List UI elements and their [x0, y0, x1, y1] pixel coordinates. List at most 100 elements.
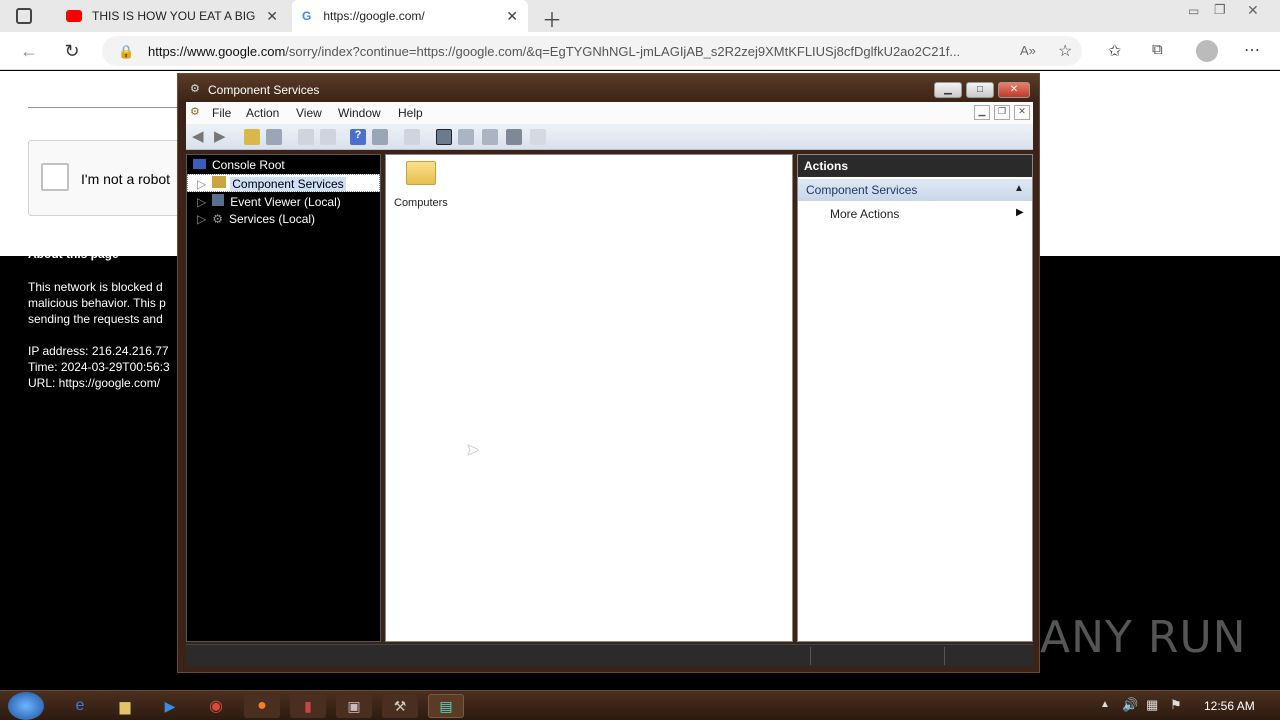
clock[interactable]: 12:56 AM — [1204, 699, 1255, 713]
collapse-arrow-icon[interactable]: ▲ — [1014, 183, 1024, 194]
menu-bar: ⚙ File Action View Window Help ▁ ❐ ✕ — [186, 102, 1033, 124]
close-icon[interactable]: ✕ — [1247, 2, 1259, 19]
media-icon[interactable]: ▣ — [336, 694, 372, 718]
menu-file[interactable]: File — [212, 106, 231, 120]
about-text-line: malicious behavior. This p — [28, 296, 166, 310]
add-favorite-icon[interactable]: ☆ — [1058, 41, 1072, 61]
tree-item-event-viewer[interactable]: ▷ Event Viewer (Local) — [197, 194, 341, 209]
menu-window[interactable]: Window — [338, 106, 381, 120]
mouse-cursor-icon: ➤ — [466, 442, 480, 459]
component-services-window: ⚙ Component Services ▁ □ ✕ ⚙ File Action… — [177, 73, 1040, 673]
new-tab-icon[interactable]: ＋ — [542, 4, 562, 33]
properties-icon[interactable] — [298, 129, 314, 145]
tab-label: THIS IS HOW YOU EAT A BIG M — [92, 9, 257, 23]
tree-item-services[interactable]: ▷ ⚙ Services (Local) — [197, 212, 315, 226]
child-minimize-button[interactable]: ▁ — [974, 105, 990, 120]
chrome-icon[interactable]: ◉ — [198, 694, 234, 718]
event-viewer-icon — [212, 194, 225, 206]
menu-help[interactable]: Help — [398, 106, 423, 120]
expand-arrow-icon[interactable]: ▷ — [197, 177, 206, 191]
tree-item-console-root[interactable]: Console Root — [193, 158, 285, 172]
window-title: Component Services — [208, 83, 320, 97]
start-button[interactable] — [8, 692, 44, 720]
app-icon[interactable]: ▮ — [290, 694, 326, 718]
google-icon: G — [302, 9, 312, 23]
recaptcha-checkbox[interactable] — [41, 163, 69, 191]
mmc-icon: ⚙ — [190, 106, 200, 118]
list-view-icon[interactable] — [482, 129, 498, 145]
status-view-icon[interactable] — [530, 129, 546, 145]
help-icon[interactable]: ? — [350, 129, 366, 145]
refresh-view-icon[interactable] — [320, 129, 336, 145]
url-host: https://www.google.com — [148, 44, 286, 59]
refresh-icon[interactable]: ↻ — [61, 40, 83, 62]
tool-icon[interactable]: ⚒ — [382, 694, 418, 718]
minimize-icon[interactable]: ▭ — [1188, 4, 1199, 18]
window-minimize-button[interactable]: ▁ — [934, 82, 962, 98]
tree-item-component-services[interactable]: ▷ Component Services — [197, 176, 346, 191]
back-icon[interactable]: ← — [18, 40, 40, 62]
action-center-flag-icon[interactable]: ⚑ — [1170, 697, 1182, 713]
close-tab-icon[interactable]: ✕ — [266, 8, 278, 25]
url-text[interactable]: https://www.google.com/sorry/index?conti… — [148, 44, 1018, 59]
component-services-icon — [212, 176, 227, 188]
tab-actions-icon[interactable] — [16, 8, 32, 24]
show-hide-tree-icon[interactable] — [266, 129, 282, 145]
tab-youtube[interactable]: THIS IS HOW YOU EAT A BIG M ✕ — [56, 0, 288, 32]
tree-label: Console Root — [212, 158, 285, 172]
volume-icon[interactable]: 🔊 — [1122, 697, 1138, 713]
actions-title: Actions — [804, 159, 849, 173]
mmc-toolbar: ◀ ▶ ? — [186, 124, 1033, 150]
app-icon: ⚙ — [190, 83, 200, 95]
expand-arrow-icon[interactable]: ▷ — [197, 195, 206, 209]
youtube-icon — [66, 10, 82, 22]
media-player-icon[interactable]: ▶ — [152, 694, 188, 718]
child-restore-button[interactable]: ❐ — [994, 105, 1010, 120]
services-gear-icon: ⚙ — [212, 212, 223, 226]
url-line-text: URL: https://google.com/ — [28, 376, 161, 390]
forward-arrow-icon[interactable]: ▶ — [214, 127, 226, 145]
window-close-button[interactable]: ✕ — [998, 82, 1030, 98]
small-icons-view-icon[interactable] — [458, 129, 474, 145]
component-services-taskbar-icon[interactable]: ▤ — [428, 694, 464, 718]
back-arrow-icon[interactable]: ◀ — [192, 127, 204, 145]
close-tab-icon[interactable]: ✕ — [506, 8, 518, 25]
explorer-icon[interactable]: ▆ — [107, 694, 143, 718]
lock-icon[interactable]: 🔒 — [118, 44, 134, 60]
tab-label: https://google.com/ — [323, 9, 425, 23]
more-menu-icon[interactable]: ⋯ — [1244, 40, 1260, 60]
taskbar: e ▆ ▶ ◉ ● ▮ ▣ ⚒ ▤ ▲ 🔊 ▦ ⚑ 12:56 AM — [0, 690, 1280, 720]
submenu-arrow-icon: ▶ — [1016, 207, 1024, 218]
restore-icon[interactable]: ❐ — [1214, 2, 1226, 18]
divider — [28, 107, 188, 108]
about-text-line: This network is blocked d — [28, 280, 163, 294]
export-list-icon[interactable] — [404, 129, 420, 145]
profile-avatar[interactable] — [1196, 40, 1218, 62]
computers-item[interactable]: Computers — [394, 159, 454, 211]
window-titlebar[interactable]: ⚙ Component Services ▁ □ ✕ — [178, 74, 1039, 102]
tree-label: Component Services — [230, 177, 346, 191]
expand-arrow-icon[interactable]: ▷ — [197, 212, 206, 226]
ie-icon[interactable]: e — [62, 694, 98, 718]
large-icons-view-icon[interactable] — [436, 129, 452, 145]
child-close-button[interactable]: ✕ — [1014, 105, 1030, 120]
actions-section-header[interactable]: Component Services ▲ — [798, 179, 1032, 201]
menu-view[interactable]: View — [296, 106, 322, 120]
more-actions-item[interactable]: More Actions ▶ — [798, 205, 1032, 225]
firefox-icon[interactable]: ● — [244, 694, 280, 718]
show-action-pane-icon[interactable] — [372, 129, 388, 145]
divider — [944, 647, 945, 665]
window-maximize-button[interactable]: □ — [966, 82, 994, 98]
up-folder-icon[interactable] — [244, 129, 260, 145]
collections-icon[interactable]: ⧉ — [1152, 41, 1163, 58]
computers-label: Computers — [394, 197, 448, 209]
folder-icon — [193, 159, 206, 169]
read-aloud-icon[interactable]: A» — [1020, 43, 1036, 58]
show-hidden-icons-icon[interactable]: ▲ — [1100, 699, 1110, 710]
menu-action[interactable]: Action — [246, 106, 279, 120]
tab-google[interactable]: G https://google.com/ ✕ — [292, 0, 528, 32]
favorites-icon[interactable]: ✩ — [1108, 41, 1121, 61]
time-text: Time: 2024-03-29T00:56:3 — [28, 360, 170, 374]
detail-view-icon[interactable] — [506, 129, 522, 145]
network-icon[interactable]: ▦ — [1146, 697, 1158, 713]
